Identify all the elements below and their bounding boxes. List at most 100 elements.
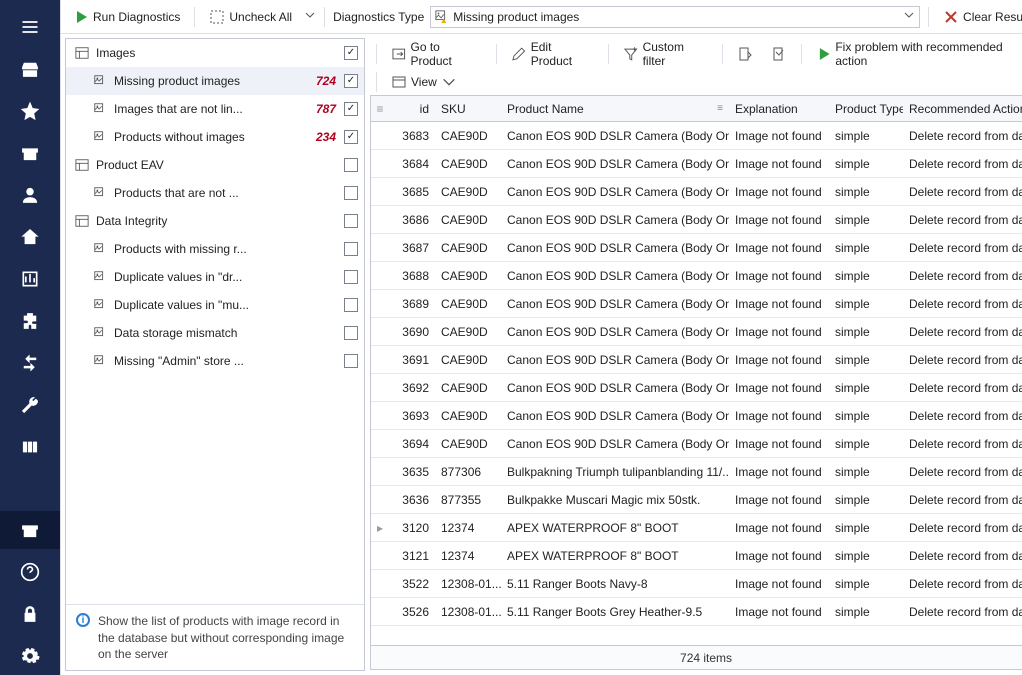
nav-wrench-button[interactable] <box>0 386 60 424</box>
item-icon <box>92 101 108 117</box>
col-product-type[interactable]: Product Type <box>829 102 903 116</box>
tree-item[interactable]: Missing product images 724 <box>66 67 364 95</box>
filter-icon[interactable]: ≡ <box>717 103 723 114</box>
table-row[interactable]: 3690 CAE90D Canon EOS 90D DSLR Camera (B… <box>371 318 1022 346</box>
cell-name: Canon EOS 90D DSLR Camera (Body Only) <box>501 213 729 227</box>
tree-item[interactable]: Products that are not ... <box>66 179 364 207</box>
table-row[interactable]: 3689 CAE90D Canon EOS 90D DSLR Camera (B… <box>371 290 1022 318</box>
tree-checkbox[interactable] <box>344 74 358 88</box>
nav-plugin-button[interactable] <box>0 302 60 340</box>
table-row[interactable]: 3121 12374 APEX WATERPROOF 8" BOOT Image… <box>371 542 1022 570</box>
nav-diagnostics-button[interactable] <box>0 511 60 549</box>
cell-sku: 877306 <box>435 465 501 479</box>
nav-columns-button[interactable] <box>0 428 60 466</box>
tree-item[interactable]: Data storage mismatch <box>66 319 364 347</box>
nav-settings-button[interactable] <box>0 637 60 675</box>
tree-checkbox[interactable] <box>344 354 358 368</box>
table-row[interactable]: 3683 CAE90D Canon EOS 90D DSLR Camera (B… <box>371 122 1022 150</box>
uncheck-all-button[interactable]: Uncheck All <box>203 6 298 28</box>
nav-transfer-button[interactable] <box>0 344 60 382</box>
nav-home-button[interactable] <box>0 218 60 256</box>
table-row[interactable]: 3693 CAE90D Canon EOS 90D DSLR Camera (B… <box>371 402 1022 430</box>
nav-menu-button[interactable] <box>0 8 60 46</box>
table-row[interactable]: ▸ 3120 12374 APEX WATERPROOF 8" BOOT Ima… <box>371 514 1022 542</box>
table-row[interactable]: 3635 877306 Bulkpakning Triumph tulipanb… <box>371 458 1022 486</box>
edit-product-button[interactable]: Edit Product <box>505 37 600 71</box>
table-row[interactable]: 3522 12308-01... 5.11 Ranger Boots Navy-… <box>371 570 1022 598</box>
table-row[interactable]: 3687 CAE90D Canon EOS 90D DSLR Camera (B… <box>371 234 1022 262</box>
tree-checkbox[interactable] <box>344 186 358 200</box>
view-button[interactable]: View <box>385 71 463 93</box>
tree-checkbox[interactable] <box>344 102 358 116</box>
table-row[interactable]: 3686 CAE90D Canon EOS 90D DSLR Camera (B… <box>371 206 1022 234</box>
nav-archive-button[interactable] <box>0 134 60 172</box>
grid-header[interactable]: ≡ id SKU Product Name≡ Explanation Produ… <box>371 96 1022 122</box>
tree-item[interactable]: Duplicate values in "dr... <box>66 263 364 291</box>
cell-product-type: simple <box>829 325 903 339</box>
col-name[interactable]: Product Name≡ <box>501 102 729 116</box>
table-row[interactable]: 3685 CAE90D Canon EOS 90D DSLR Camera (B… <box>371 178 1022 206</box>
table-row[interactable]: 3636 877355 Bulkpakke Muscari Magic mix … <box>371 486 1022 514</box>
nav-store-button[interactable] <box>0 50 60 88</box>
table-row[interactable]: 3526 12308-01... 5.11 Ranger Boots Grey … <box>371 598 1022 626</box>
custom-filter-button[interactable]: Custom filter <box>617 37 714 71</box>
cell-product-type: simple <box>829 185 903 199</box>
cell-product-type: simple <box>829 157 903 171</box>
run-diagnostics-button[interactable]: Run Diagnostics <box>67 6 186 28</box>
col-sku[interactable]: SKU <box>435 102 501 116</box>
tree-item[interactable]: Images that are not lin... 787 <box>66 95 364 123</box>
tree-item[interactable]: Missing "Admin" store ... <box>66 347 364 375</box>
nav-user-button[interactable] <box>0 176 60 214</box>
tree-checkbox[interactable] <box>344 214 358 228</box>
tree-item[interactable]: Duplicate values in "mu... <box>66 291 364 319</box>
export-button-2[interactable] <box>765 43 793 65</box>
cell-recommended: Delete record from da... <box>903 353 1022 367</box>
table-row[interactable]: 3688 CAE90D Canon EOS 90D DSLR Camera (B… <box>371 262 1022 290</box>
tree-checkbox[interactable] <box>344 326 358 340</box>
tree-item[interactable]: Products without images 234 <box>66 123 364 151</box>
tree-checkbox[interactable] <box>344 242 358 256</box>
separator <box>376 44 377 64</box>
col-explanation[interactable]: Explanation <box>729 102 829 116</box>
export-button-1[interactable] <box>731 43 759 65</box>
tree-group[interactable]: Product EAV <box>66 151 364 179</box>
table-row[interactable]: 3684 CAE90D Canon EOS 90D DSLR Camera (B… <box>371 150 1022 178</box>
col-id[interactable]: id <box>389 102 435 116</box>
uncheck-icon <box>209 9 225 25</box>
x-icon <box>943 9 959 25</box>
table-row[interactable]: 3692 CAE90D Canon EOS 90D DSLR Camera (B… <box>371 374 1022 402</box>
tree-group[interactable]: Images <box>66 39 364 67</box>
play-icon <box>816 46 832 62</box>
nav-star-button[interactable] <box>0 92 60 130</box>
cell-sku: CAE90D <box>435 297 501 311</box>
col-recommended[interactable]: Recommended Action <box>903 102 1022 116</box>
diagnostics-type-combo[interactable]: Missing product images <box>430 6 920 28</box>
fix-problem-button[interactable]: Fix problem with recommended action <box>810 37 1022 71</box>
table-row[interactable]: 3691 CAE90D Canon EOS 90D DSLR Camera (B… <box>371 346 1022 374</box>
grid-body[interactable]: 3683 CAE90D Canon EOS 90D DSLR Camera (B… <box>371 122 1022 645</box>
cell-explanation: Image not found <box>729 521 829 535</box>
chevron-down-icon <box>441 74 457 90</box>
item-icon <box>92 353 108 369</box>
tree-checkbox[interactable] <box>344 46 358 60</box>
view-label: View <box>411 75 437 89</box>
uncheck-dropdown[interactable] <box>304 9 316 24</box>
diagnostics-tree[interactable]: Images Missing product images 724 Images… <box>66 39 364 604</box>
tree-group[interactable]: Data Integrity <box>66 207 364 235</box>
chevron-down-icon[interactable] <box>903 9 915 24</box>
nav-help-button[interactable] <box>0 553 60 591</box>
nav-lock-button[interactable] <box>0 595 60 633</box>
tree-checkbox[interactable] <box>344 158 358 172</box>
nav-chart-button[interactable] <box>0 260 60 298</box>
table-row[interactable]: 3694 CAE90D Canon EOS 90D DSLR Camera (B… <box>371 430 1022 458</box>
tree-checkbox[interactable] <box>344 130 358 144</box>
cell-recommended: Delete record from da... <box>903 185 1022 199</box>
tree-footer: i Show the list of products with image r… <box>66 604 364 670</box>
tree-item[interactable]: Products with missing r... <box>66 235 364 263</box>
clear-results-button[interactable]: Clear Results <box>937 6 1022 28</box>
tree-checkbox[interactable] <box>344 298 358 312</box>
cell-id: 3692 <box>389 381 435 395</box>
row-selector-header[interactable]: ≡ <box>371 102 389 116</box>
tree-checkbox[interactable] <box>344 270 358 284</box>
goto-product-button[interactable]: Go to Product <box>385 37 488 71</box>
